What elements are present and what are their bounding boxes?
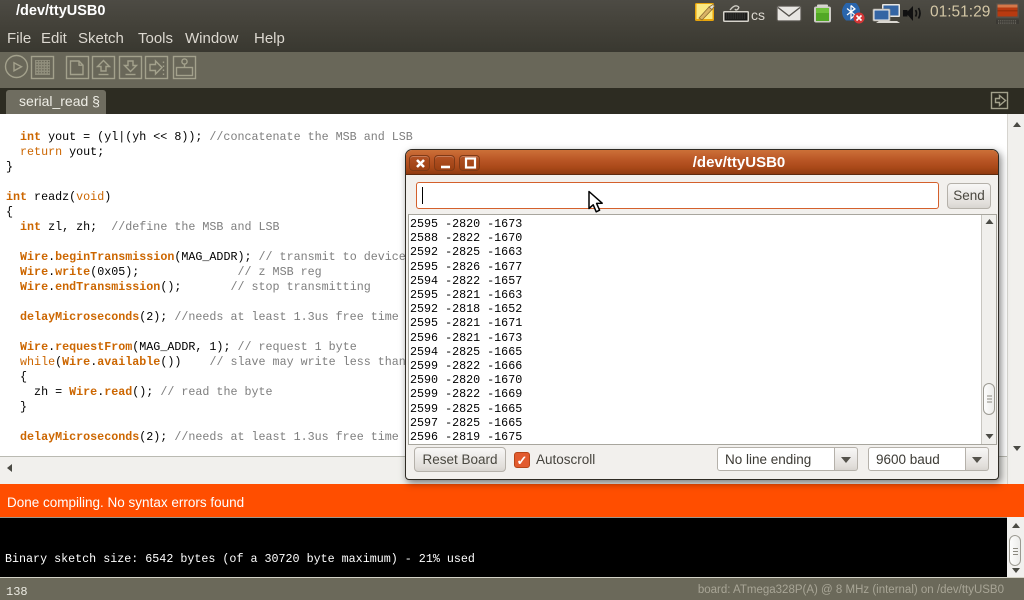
svg-text:cs: cs: [751, 7, 765, 23]
svg-text:01:51:29: 01:51:29: [930, 4, 990, 21]
